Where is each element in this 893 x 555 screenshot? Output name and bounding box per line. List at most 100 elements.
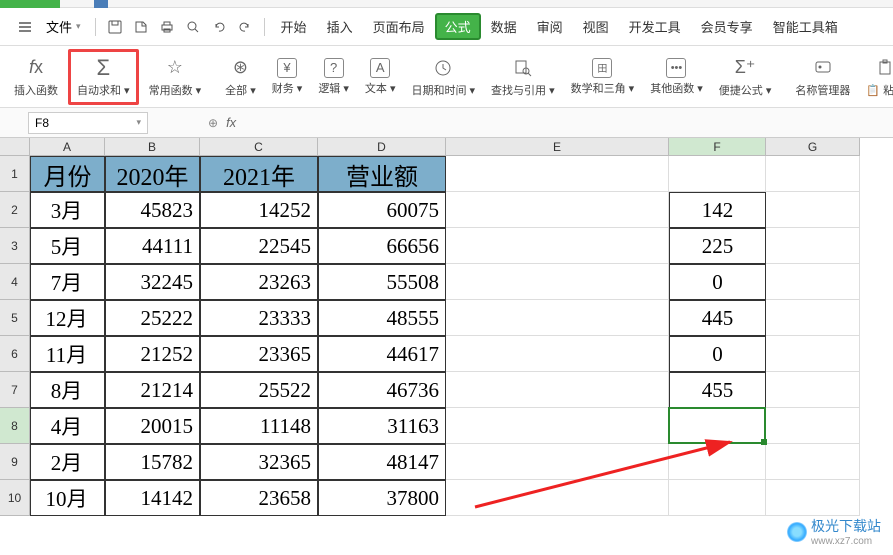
menu-insert[interactable]: 插入 (317, 13, 363, 40)
cell[interactable] (766, 372, 860, 408)
cell[interactable]: 32365 (200, 444, 318, 480)
cell[interactable]: 12月 (30, 300, 105, 336)
col-header-a[interactable]: A (30, 138, 105, 156)
row-header[interactable]: 5 (0, 300, 30, 336)
cell[interactable]: 37800 (318, 480, 446, 516)
row-header[interactable]: 6 (0, 336, 30, 372)
cell[interactable] (446, 480, 669, 516)
row-header[interactable]: 1 (0, 156, 30, 192)
col-header-d[interactable]: D (318, 138, 446, 156)
cell[interactable]: 11月 (30, 336, 105, 372)
finance-button[interactable]: ¥ 财务 ▾ (266, 49, 309, 105)
undo-icon[interactable] (208, 16, 230, 38)
math-button[interactable]: 田 数学和三角 ▾ (565, 49, 641, 105)
row-header[interactable]: 7 (0, 372, 30, 408)
cell[interactable] (669, 444, 766, 480)
cell[interactable]: 10月 (30, 480, 105, 516)
common-functions-button[interactable]: ☆ 常用函数 ▾ (143, 49, 208, 105)
cell[interactable]: 25522 (200, 372, 318, 408)
cell[interactable]: 31163 (318, 408, 446, 444)
cell[interactable]: 20015 (105, 408, 200, 444)
cell[interactable]: 8月 (30, 372, 105, 408)
cell[interactable]: 455 (669, 372, 766, 408)
cell[interactable]: 445 (669, 300, 766, 336)
cell[interactable] (766, 264, 860, 300)
cell[interactable] (446, 336, 669, 372)
header-cell[interactable]: 月份 (30, 156, 105, 192)
cell[interactable]: 66656 (318, 228, 446, 264)
cell[interactable] (446, 192, 669, 228)
cell[interactable]: 23365 (200, 336, 318, 372)
datetime-button[interactable]: 日期和时间 ▾ (405, 49, 481, 105)
select-all-corner[interactable] (0, 138, 30, 156)
file-menu[interactable]: 文件 ▾ (38, 13, 89, 40)
cell[interactable]: 2月 (30, 444, 105, 480)
menu-hamburger-icon[interactable] (14, 16, 36, 38)
cell[interactable]: 23263 (200, 264, 318, 300)
lookup-button[interactable]: 查找与引用 ▾ (485, 49, 561, 105)
all-functions-button[interactable]: ⊛ 全部 ▾ (219, 49, 262, 105)
menu-start[interactable]: 开始 (271, 13, 317, 40)
quick-formula-button[interactable]: Σ⁺ 便捷公式 ▾ (713, 49, 778, 105)
row-header[interactable]: 3 (0, 228, 30, 264)
name-manager-button[interactable]: 名称管理器 (789, 49, 856, 105)
cell[interactable]: 48555 (318, 300, 446, 336)
menu-layout[interactable]: 页面布局 (363, 13, 435, 40)
logic-button[interactable]: ? 逻辑 ▾ (312, 49, 355, 105)
cell[interactable]: 55508 (318, 264, 446, 300)
menu-smart[interactable]: 智能工具箱 (763, 13, 848, 40)
insert-function-button[interactable]: fx 插入函数 (8, 49, 64, 105)
autosum-button[interactable]: Σ 自动求和 ▾ (68, 49, 139, 105)
cell[interactable]: 45823 (105, 192, 200, 228)
cell[interactable] (766, 228, 860, 264)
cell[interactable] (669, 480, 766, 516)
cell[interactable]: 3月 (30, 192, 105, 228)
cell[interactable] (446, 300, 669, 336)
cell[interactable] (669, 156, 766, 192)
header-cell[interactable]: 2021年 (200, 156, 318, 192)
cell[interactable]: 23658 (200, 480, 318, 516)
col-header-b[interactable]: B (105, 138, 200, 156)
menu-data[interactable]: 数据 (481, 13, 527, 40)
cell[interactable] (766, 480, 860, 516)
tab-active[interactable] (0, 0, 60, 8)
cell[interactable] (446, 228, 669, 264)
cell[interactable]: 0 (669, 264, 766, 300)
cell[interactable] (446, 264, 669, 300)
col-header-c[interactable]: C (200, 138, 318, 156)
menu-formula[interactable]: 公式 (435, 13, 481, 40)
header-cell[interactable]: 2020年 (105, 156, 200, 192)
cell[interactable]: 15782 (105, 444, 200, 480)
menu-dev[interactable]: 开发工具 (619, 13, 691, 40)
cell[interactable] (766, 192, 860, 228)
cell[interactable]: 25222 (105, 300, 200, 336)
redo-icon[interactable] (234, 16, 256, 38)
cell[interactable]: 11148 (200, 408, 318, 444)
preview-icon[interactable] (182, 16, 204, 38)
cell[interactable]: 32245 (105, 264, 200, 300)
paste-button[interactable]: 📋 粘贴 (860, 49, 893, 105)
col-header-e[interactable]: E (446, 138, 669, 156)
cell[interactable] (766, 156, 860, 192)
cell[interactable]: 0 (669, 336, 766, 372)
cell[interactable]: 60075 (318, 192, 446, 228)
menu-review[interactable]: 审阅 (527, 13, 573, 40)
zoom-icon[interactable]: ⊕ (208, 116, 218, 130)
cell[interactable]: 21214 (105, 372, 200, 408)
row-header[interactable]: 8 (0, 408, 30, 444)
cell[interactable] (669, 408, 766, 444)
cell[interactable] (446, 444, 669, 480)
export-icon[interactable] (130, 16, 152, 38)
cell[interactable]: 4月 (30, 408, 105, 444)
row-header[interactable]: 2 (0, 192, 30, 228)
cell[interactable]: 21252 (105, 336, 200, 372)
cell[interactable]: 14142 (105, 480, 200, 516)
col-header-f[interactable]: F (669, 138, 766, 156)
header-cell[interactable]: 营业额 (318, 156, 446, 192)
cell[interactable]: 142 (669, 192, 766, 228)
menu-member[interactable]: 会员专享 (691, 13, 763, 40)
tab-blue[interactable] (94, 0, 108, 8)
cell[interactable] (446, 156, 669, 192)
cell[interactable]: 14252 (200, 192, 318, 228)
save-icon[interactable] (104, 16, 126, 38)
